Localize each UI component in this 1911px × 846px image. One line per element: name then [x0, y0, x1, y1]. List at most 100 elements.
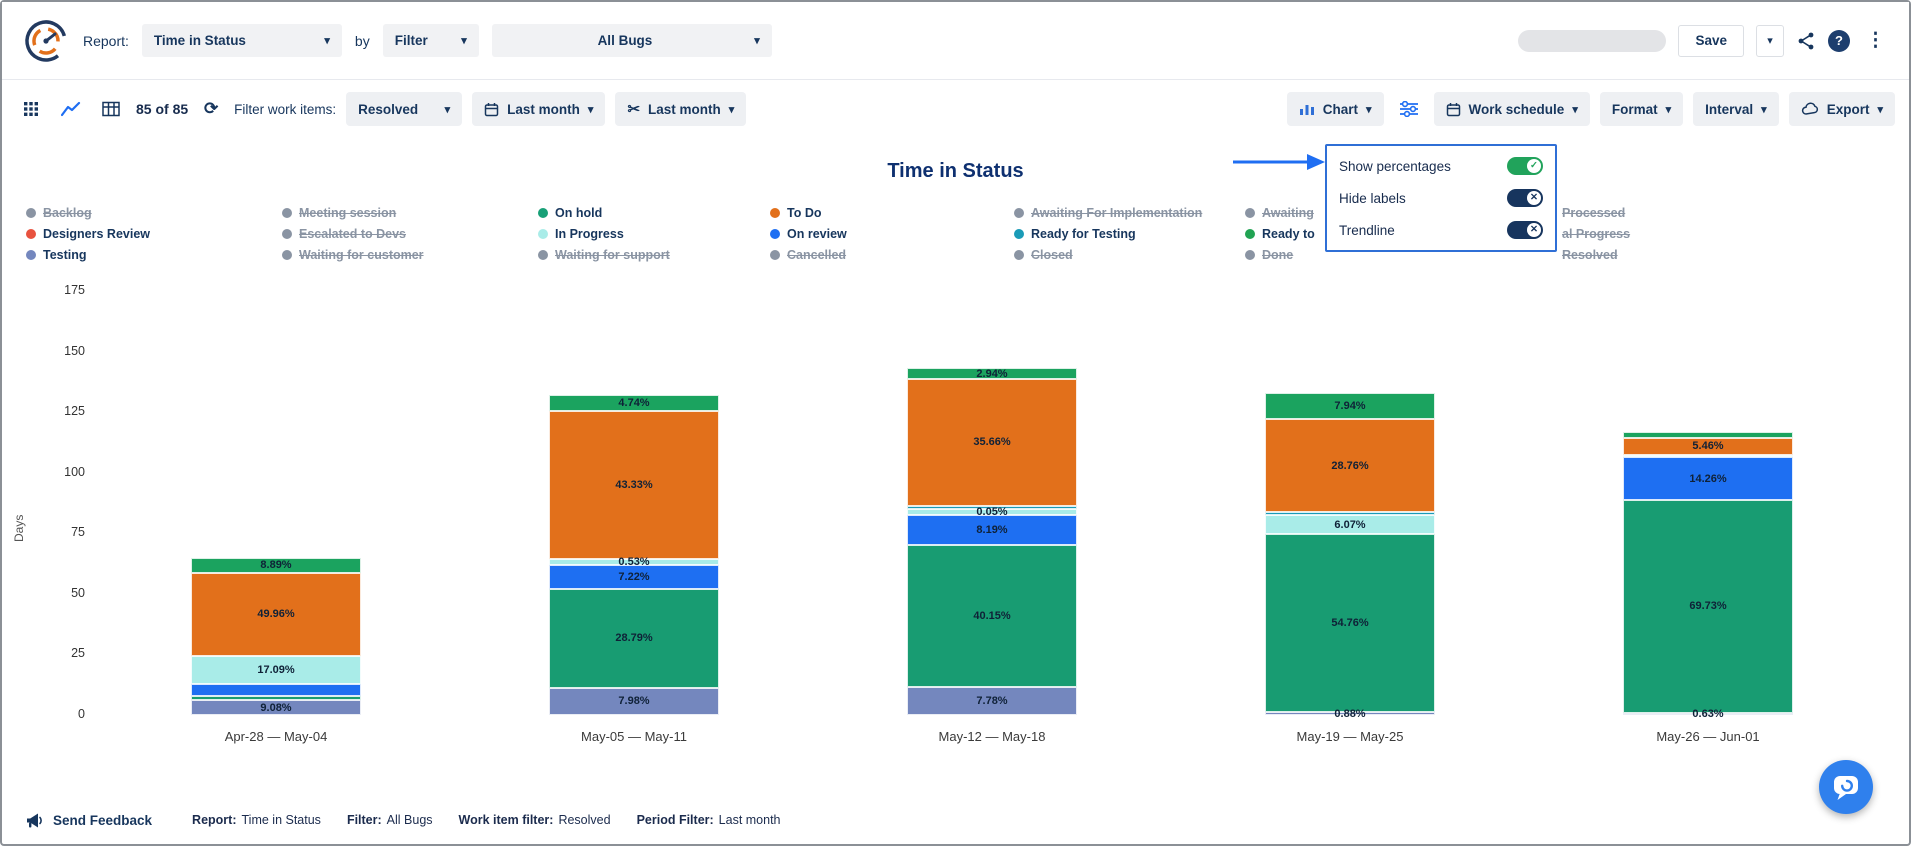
refresh-button[interactable]: ⟳	[198, 94, 224, 124]
legend-item-label: Designers Review	[43, 226, 150, 241]
report-type-select[interactable]: Time in Status ▾	[141, 24, 342, 57]
legend-item-label: On review	[787, 226, 847, 241]
legend-item[interactable]: Cancelled	[770, 244, 847, 265]
footer-summary-value: Last month	[718, 813, 781, 827]
saved-filter-select[interactable]: All Bugs ▾	[491, 24, 772, 57]
chart-view-button[interactable]	[56, 94, 86, 124]
settings-row-hide-labels: Hide labels ✕	[1339, 182, 1543, 214]
chevron-down-icon: ▾	[444, 103, 451, 116]
legend-item[interactable]: al Progress	[1562, 223, 1630, 244]
legend-item[interactable]: Testing	[26, 244, 150, 265]
bar-segment: 14.26%	[1623, 457, 1793, 500]
bar-segment: 49.96%	[191, 572, 361, 656]
y-axis-tick: 125	[64, 404, 85, 419]
export-select[interactable]: Export ▾	[1788, 92, 1895, 126]
grid-view-button[interactable]	[16, 94, 46, 124]
legend-item[interactable]: Awaiting For Implementation	[1014, 202, 1202, 223]
work-schedule-select[interactable]: Work schedule ▾	[1433, 92, 1590, 126]
chevron-down-icon: ▾	[461, 35, 467, 47]
chevron-down-icon: ▾	[754, 35, 760, 47]
table-view-button[interactable]	[96, 94, 126, 124]
chevron-down-icon: ▾	[587, 103, 594, 116]
legend-item[interactable]: Escalated to Devs	[282, 223, 424, 244]
bar-segment: 0.53%	[549, 556, 719, 568]
legend-item-label: Resolved	[1562, 247, 1618, 262]
bar-segment: 40.15%	[907, 544, 1077, 688]
format-value: Format	[1611, 101, 1658, 117]
period-filter-select[interactable]: Last month ▾	[472, 92, 606, 126]
segment-percent-label: 7.22%	[618, 570, 650, 583]
y-axis-tick: 100	[64, 464, 85, 479]
bar-segment: 69.73%	[1623, 499, 1793, 713]
filter-mode-select[interactable]: Filter ▾	[382, 24, 479, 57]
chat-widget-button[interactable]	[1819, 760, 1873, 814]
status-filter-select[interactable]: Resolved ▾	[346, 92, 463, 126]
x-axis-label: May-19 — May-25	[1296, 729, 1404, 744]
legend-item[interactable]: Closed	[1014, 244, 1202, 265]
format-select[interactable]: Format ▾	[1599, 92, 1684, 126]
chevron-down-icon: ▾	[324, 35, 330, 47]
bar-segment: 17.09%	[191, 655, 361, 685]
segment-percent-label: 0.63%	[1692, 707, 1724, 720]
loading-placeholder	[1518, 29, 1667, 52]
legend-item[interactable]: To Do	[770, 202, 847, 223]
settings-row-trendline: Trendline ✕	[1339, 214, 1543, 246]
legend-item[interactable]: On hold	[538, 202, 670, 223]
legend-item[interactable]: Done	[1245, 244, 1315, 265]
legend-item[interactable]: Awaiting	[1245, 202, 1315, 223]
legend-dot	[538, 249, 548, 260]
stacked-bar: 9.08% 17.09% 49.96% 8.89%	[191, 558, 361, 715]
legend-item[interactable]: Resolved	[1562, 244, 1630, 265]
legend-column: Processed al Progress Resolved	[1562, 202, 1630, 265]
send-feedback-button[interactable]: Send Feedback	[26, 812, 152, 829]
scissors-icon: ✂	[627, 100, 641, 118]
bar-segment: 9.08%	[191, 700, 361, 715]
legend-item[interactable]: In Progress	[538, 223, 670, 244]
legend-column: Meeting session Escalated to Devs Waiting …	[282, 202, 424, 265]
y-axis-tick: 150	[64, 343, 85, 358]
more-menu-button[interactable]: ⋮	[1862, 29, 1889, 52]
save-dropdown-button[interactable]: ▾	[1756, 24, 1784, 57]
toggle-hide-labels[interactable]: ✕	[1507, 189, 1543, 207]
toggle-trendline[interactable]: ✕	[1507, 221, 1543, 239]
work-items-count: 85 of 85	[136, 101, 189, 117]
bar-segment: 8.19%	[907, 515, 1077, 545]
legend-item[interactable]: Designers Review	[26, 223, 150, 244]
table-icon	[102, 101, 120, 117]
footer-summary-value: Resolved	[558, 813, 611, 827]
share-button[interactable]	[1796, 31, 1816, 51]
legend-item[interactable]: Waiting for customer	[282, 244, 424, 265]
legend-dot	[1014, 228, 1024, 239]
legend-item-label: Awaiting For Implementation	[1031, 205, 1203, 220]
chart-title: Time in Status	[887, 160, 1024, 182]
legend-item[interactable]: Ready to	[1245, 223, 1315, 244]
legend-item[interactable]: Meeting session	[282, 202, 424, 223]
help-button[interactable]: ?	[1828, 29, 1850, 52]
toggle-show-percentages[interactable]: ✓	[1507, 157, 1543, 175]
legend-item-label: Cancelled	[787, 247, 847, 262]
bar-segment: 54.76%	[1265, 534, 1435, 713]
annotation-arrow	[1233, 154, 1325, 170]
legend-item-label: Meeting session	[299, 205, 397, 220]
chart-settings-button[interactable]	[1394, 94, 1424, 124]
legend-item[interactable]: On review	[770, 223, 847, 244]
legend-item[interactable]: Ready for Testing	[1014, 223, 1202, 244]
legend-item[interactable]: Processed	[1562, 202, 1630, 223]
legend-dot	[1014, 207, 1024, 218]
segment-percent-label: 43.33%	[615, 479, 653, 492]
chart-settings-popup: Show percentages ✓ Hide labels ✕ Trendline ✕	[1325, 144, 1557, 252]
interval-select[interactable]: Interval ▾	[1693, 92, 1779, 126]
legend-item[interactable]: Waiting for support	[538, 244, 670, 265]
bar-segment	[1265, 512, 1435, 515]
sprint-filter-select[interactable]: ✂ Last month ▾	[615, 92, 747, 126]
legend-item[interactable]: Backlog	[26, 202, 150, 223]
save-button[interactable]: Save	[1678, 24, 1744, 57]
legend-item-label: On hold	[555, 205, 603, 220]
stacked-bar: 0.88% 54.76% 6.07% 28.76% 7.94%	[1265, 393, 1435, 720]
legend-item-label: Awaiting	[1262, 205, 1314, 220]
legend-item-label: al Progress	[1562, 226, 1631, 241]
bar-segment	[1623, 454, 1793, 458]
legend-item-label: Testing	[43, 247, 87, 262]
calendar-icon	[1446, 102, 1460, 116]
chart-type-select[interactable]: Chart ▾	[1286, 92, 1384, 126]
